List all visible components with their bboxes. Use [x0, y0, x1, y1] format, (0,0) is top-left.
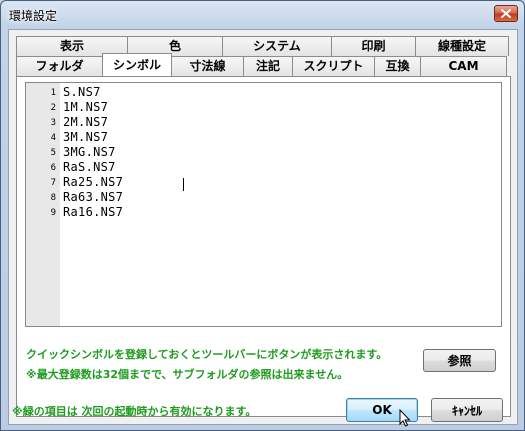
editor-line: 2 1M.NS7 — [26, 100, 501, 115]
ok-button[interactable]: OK — [346, 398, 418, 427]
editor-line: 5 3MG.NS7 — [26, 145, 501, 160]
editor-line: 9 Ra16.NS7 — [26, 205, 501, 220]
line-text: 2M.NS7 — [63, 115, 109, 129]
close-icon — [501, 9, 511, 18]
dialog-client-area: 表示 色 システム 印刷 線種設定 フォルダ シンボル 寸法線 注記 スクリプト… — [8, 29, 518, 427]
symbol-list-editor[interactable]: 1 S.NS7 2 1M.NS7 3 2M.NS7 4 3M.NS7 5 3MG… — [25, 82, 502, 327]
line-text: Ra16.NS7 — [63, 205, 124, 219]
close-button[interactable] — [494, 5, 518, 22]
editor-line: 1 S.NS7 — [26, 85, 501, 100]
title-bar[interactable]: 環境設定 — [1, 1, 524, 29]
tab-system[interactable]: システム — [222, 36, 332, 56]
line-text: S.NS7 — [63, 85, 101, 99]
editor-line: 6 RaS.NS7 — [26, 160, 501, 175]
editor-line: 4 3M.NS7 — [26, 130, 501, 145]
line-number: 5 — [50, 148, 56, 158]
editor-line: 7 Ra25.NS7 — [26, 175, 501, 190]
editor-line: 3 2M.NS7 — [26, 115, 501, 130]
text-caret — [183, 178, 184, 191]
line-text: Ra25.NS7 — [63, 175, 124, 189]
tab-row-upper: 表示 色 システム 印刷 線種設定 — [16, 36, 509, 56]
line-text: Ra63.NS7 — [63, 190, 124, 204]
quick-symbol-info: クイックシンボルを登録しておくとツールバーにボタンが表示されます。 — [26, 348, 388, 361]
tab-symbol[interactable]: シンボル — [102, 53, 172, 76]
browse-button[interactable]: 参照 — [423, 349, 496, 372]
tab-annotation[interactable]: 注記 — [243, 56, 293, 76]
line-number: 4 — [50, 133, 56, 143]
tab-script[interactable]: スクリプト — [292, 56, 375, 76]
restart-note: ※緑の項目は 次回の起動時から有効になります。 — [12, 405, 257, 418]
line-number: 8 — [50, 193, 56, 203]
tab-line-type[interactable]: 線種設定 — [415, 36, 509, 56]
line-number: 2 — [50, 103, 56, 113]
tab-compat[interactable]: 互換 — [374, 56, 421, 76]
settings-dialog: 環境設定 表示 色 システム 印刷 線種設定 フォルダ シンボル 寸法線 注記 … — [0, 0, 525, 431]
tab-print[interactable]: 印刷 — [331, 36, 416, 56]
tab-dimension[interactable]: 寸法線 — [171, 56, 244, 76]
line-text: 1M.NS7 — [63, 100, 109, 114]
line-number: 6 — [50, 163, 56, 173]
line-text: RaS.NS7 — [63, 160, 116, 174]
line-number: 1 — [50, 88, 56, 98]
line-text: 3MG.NS7 — [63, 145, 116, 159]
editor-line: 8 Ra63.NS7 — [26, 190, 501, 205]
tab-row-lower: フォルダ シンボル 寸法線 注記 スクリプト 互換 CAM — [16, 53, 507, 76]
line-text: 3M.NS7 — [63, 130, 109, 144]
line-number: 9 — [50, 208, 56, 218]
ok-label: OK — [372, 403, 392, 417]
tab-folder[interactable]: フォルダ — [16, 56, 103, 76]
line-number: 3 — [50, 118, 56, 128]
max-registration-note: ※最大登録数は32個までで、サブフォルダの参照は出来ません。 — [26, 368, 349, 381]
cancel-button[interactable]: ｷｬﾝｾﾙ — [431, 398, 503, 422]
line-number: 7 — [50, 178, 56, 188]
mouse-pointer-icon — [399, 409, 411, 427]
tab-cam[interactable]: CAM — [420, 56, 507, 76]
symbol-tab-panel: 1 S.NS7 2 1M.NS7 3 2M.NS7 4 3M.NS7 5 3MG… — [16, 76, 511, 417]
window-title: 環境設定 — [9, 9, 58, 23]
